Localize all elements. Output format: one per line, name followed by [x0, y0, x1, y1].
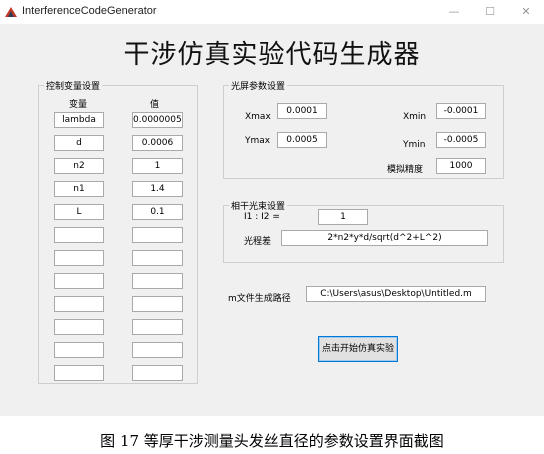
variable-name-input[interactable] — [54, 365, 104, 381]
variable-column-header: 变量 — [69, 100, 88, 110]
variable-value-input[interactable] — [132, 273, 183, 289]
title-bar[interactable]: InterferenceCodeGenerator — ☐ ✕ — [0, 0, 544, 24]
app-logo-icon — [5, 7, 17, 17]
path-difference-input[interactable]: 2*n2*y*d/sqrt(d^2+L^2) — [281, 230, 488, 246]
variable-name-input[interactable]: L — [54, 204, 104, 220]
variable-name-input[interactable]: n1 — [54, 181, 104, 197]
intensity-ratio-input[interactable]: 1 — [318, 209, 368, 225]
variable-name-input[interactable] — [54, 342, 104, 358]
variable-value-input[interactable] — [132, 365, 183, 381]
intensity-ratio-label: I1 : I2 = — [244, 212, 280, 222]
variable-name-input[interactable] — [54, 296, 104, 312]
beam-settings-title: 相干光束设置 — [229, 199, 288, 212]
variable-value-input[interactable] — [132, 227, 183, 243]
variable-value-input[interactable]: 0.00000055 — [132, 112, 183, 128]
minimize-icon[interactable]: — — [446, 4, 462, 20]
variable-value-input[interactable]: 1 — [132, 158, 183, 174]
page-title: 干涉仿真实验代码生成器 — [123, 40, 421, 70]
ymax-input[interactable]: 0.0005 — [277, 132, 327, 148]
value-column-header: 值 — [150, 100, 160, 110]
ymin-input[interactable]: -0.0005 — [436, 132, 486, 148]
precision-input[interactable]: 1000 — [436, 158, 486, 174]
path-difference-label: 光程差 — [244, 237, 272, 247]
figure-caption: 图 17 等厚干涉测量头发丝直径的参数设置界面截图 — [100, 432, 444, 450]
screen-params-group: 光屏参数设置 Xmax 0.0001 Ymax 0.0005 Xmin -0.0… — [223, 79, 504, 179]
variable-name-input[interactable]: lambda — [54, 112, 104, 128]
variable-value-input[interactable] — [132, 250, 183, 266]
output-path-label: m文件生成路径 — [228, 294, 291, 304]
variable-value-input[interactable]: 0.0006 — [132, 135, 183, 151]
variable-value-input[interactable]: 0.1 — [132, 204, 183, 220]
ymax-label: Ymax — [245, 136, 271, 146]
maximize-icon[interactable]: ☐ — [482, 4, 498, 20]
variable-name-input[interactable] — [54, 273, 104, 289]
xmin-label: Xmin — [403, 112, 427, 122]
xmax-input[interactable]: 0.0001 — [277, 103, 327, 119]
variable-name-input[interactable]: d — [54, 135, 104, 151]
variable-value-input[interactable] — [132, 319, 183, 335]
app-window: InterferenceCodeGenerator — ☐ ✕ 干涉仿真实验代码… — [0, 0, 544, 416]
variables-group-title: 控制变量设置 — [44, 79, 103, 92]
variable-name-input[interactable] — [54, 250, 104, 266]
window-title: InterferenceCodeGenerator — [22, 5, 157, 17]
close-icon[interactable]: ✕ — [518, 4, 534, 20]
screen-params-title: 光屏参数设置 — [229, 79, 288, 92]
output-path-input[interactable]: C:\Users\asus\Desktop\Untitled.m — [306, 286, 486, 302]
variable-name-input[interactable] — [54, 227, 104, 243]
variable-name-input[interactable]: n2 — [54, 158, 104, 174]
ymin-label: Ymin — [403, 140, 426, 150]
precision-label: 模拟精度 — [387, 165, 424, 175]
xmax-label: Xmax — [245, 112, 271, 122]
start-simulation-button[interactable]: 点击开始仿真实验 — [318, 336, 398, 362]
xmin-input[interactable]: -0.0001 — [436, 103, 486, 119]
variable-name-input[interactable] — [54, 319, 104, 335]
variable-value-input[interactable] — [132, 296, 183, 312]
variable-value-input[interactable]: 1.4 — [132, 181, 183, 197]
variable-value-input[interactable] — [132, 342, 183, 358]
variables-group: 控制变量设置 变量 值 lambda 0.00000055 d 0.0006 n2 1 n1… — [38, 79, 198, 384]
beam-settings-group: 相干光束设置 I1 : I2 = 1 光程差 2*n2*y*d/sqrt(d^2… — [223, 199, 504, 263]
